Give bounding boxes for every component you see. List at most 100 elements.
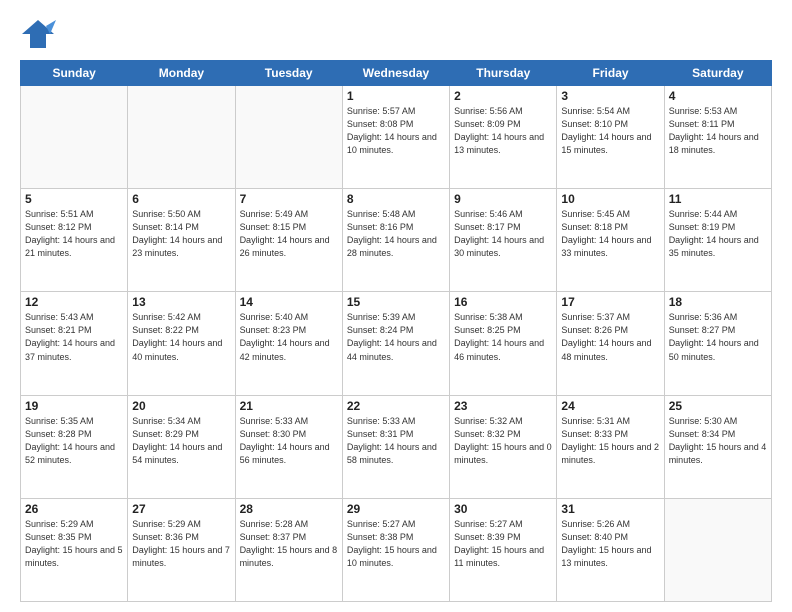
calendar-cell	[235, 86, 342, 189]
day-info: Sunrise: 5:51 AM Sunset: 8:12 PM Dayligh…	[25, 208, 123, 260]
calendar-cell: 3 Sunrise: 5:54 AM Sunset: 8:10 PM Daylig…	[557, 86, 664, 189]
day-info: Sunrise: 5:57 AM Sunset: 8:08 PM Dayligh…	[347, 105, 445, 157]
calendar-cell: 1 Sunrise: 5:57 AM Sunset: 8:08 PM Daylig…	[342, 86, 449, 189]
calendar-week-3: 12 Sunrise: 5:43 AM Sunset: 8:21 PM Dayli…	[21, 292, 772, 395]
weekday-header-monday: Monday	[128, 61, 235, 86]
day-number: 24	[561, 399, 659, 413]
calendar-cell: 12 Sunrise: 5:43 AM Sunset: 8:21 PM Dayli…	[21, 292, 128, 395]
weekday-header-saturday: Saturday	[664, 61, 771, 86]
weekday-header-row: SundayMondayTuesdayWednesdayThursdayFrid…	[21, 61, 772, 86]
logo-icon	[20, 16, 56, 52]
day-info: Sunrise: 5:42 AM Sunset: 8:22 PM Dayligh…	[132, 311, 230, 363]
day-number: 21	[240, 399, 338, 413]
day-number: 23	[454, 399, 552, 413]
calendar-cell: 10 Sunrise: 5:45 AM Sunset: 8:18 PM Dayli…	[557, 189, 664, 292]
day-info: Sunrise: 5:35 AM Sunset: 8:28 PM Dayligh…	[25, 415, 123, 467]
day-number: 12	[25, 295, 123, 309]
calendar-cell: 23Sunrise: 5:32 AM Sunset: 8:32 PM Dayli…	[450, 395, 557, 498]
calendar-cell: 26Sunrise: 5:29 AM Sunset: 8:35 PM Dayli…	[21, 498, 128, 601]
weekday-header-thursday: Thursday	[450, 61, 557, 86]
calendar-cell: 7Sunrise: 5:49 AM Sunset: 8:15 PM Daylig…	[235, 189, 342, 292]
weekday-header-tuesday: Tuesday	[235, 61, 342, 86]
day-info: Sunrise: 5:29 AM Sunset: 8:35 PM Dayligh…	[25, 518, 123, 570]
day-info: Sunrise: 5:45 AM Sunset: 8:18 PM Dayligh…	[561, 208, 659, 260]
day-number: 5	[25, 192, 123, 206]
day-number: 27	[132, 502, 230, 516]
day-number: 31	[561, 502, 659, 516]
day-number: 2	[454, 89, 552, 103]
day-info: Sunrise: 5:38 AM Sunset: 8:25 PM Dayligh…	[454, 311, 552, 363]
day-number: 19	[25, 399, 123, 413]
day-number: 25	[669, 399, 767, 413]
calendar-cell: 19 Sunrise: 5:35 AM Sunset: 8:28 PM Dayli…	[21, 395, 128, 498]
day-number: 14	[240, 295, 338, 309]
day-info: Sunrise: 5:46 AM Sunset: 8:17 PM Dayligh…	[454, 208, 552, 260]
day-info: Sunrise: 5:44 AM Sunset: 8:19 PM Dayligh…	[669, 208, 767, 260]
day-number: 22	[347, 399, 445, 413]
day-info: Sunrise: 5:30 AM Sunset: 8:34 PM Dayligh…	[669, 415, 767, 467]
day-info: Sunrise: 5:27 AM Sunset: 8:38 PM Dayligh…	[347, 518, 445, 570]
calendar-cell: 18 Sunrise: 5:36 AM Sunset: 8:27 PM Dayli…	[664, 292, 771, 395]
calendar-cell: 16Sunrise: 5:38 AM Sunset: 8:25 PM Dayli…	[450, 292, 557, 395]
calendar-cell	[128, 86, 235, 189]
day-number: 30	[454, 502, 552, 516]
day-number: 10	[561, 192, 659, 206]
calendar-week-4: 19 Sunrise: 5:35 AM Sunset: 8:28 PM Dayli…	[21, 395, 772, 498]
day-info: Sunrise: 5:43 AM Sunset: 8:21 PM Dayligh…	[25, 311, 123, 363]
calendar-cell	[664, 498, 771, 601]
calendar-cell: 15 Sunrise: 5:39 AM Sunset: 8:24 PM Dayli…	[342, 292, 449, 395]
day-info: Sunrise: 5:26 AM Sunset: 8:40 PM Dayligh…	[561, 518, 659, 570]
calendar-cell: 9 Sunrise: 5:46 AM Sunset: 8:17 PM Daylig…	[450, 189, 557, 292]
day-info: Sunrise: 5:50 AM Sunset: 8:14 PM Dayligh…	[132, 208, 230, 260]
weekday-header-friday: Friday	[557, 61, 664, 86]
page: SundayMondayTuesdayWednesdayThursdayFrid…	[0, 0, 792, 612]
day-number: 18	[669, 295, 767, 309]
day-info: Sunrise: 5:56 AM Sunset: 8:09 PM Dayligh…	[454, 105, 552, 157]
calendar-cell: 28Sunrise: 5:28 AM Sunset: 8:37 PM Dayli…	[235, 498, 342, 601]
day-info: Sunrise: 5:28 AM Sunset: 8:37 PM Dayligh…	[240, 518, 338, 570]
day-info: Sunrise: 5:54 AM Sunset: 8:10 PM Dayligh…	[561, 105, 659, 157]
day-number: 11	[669, 192, 767, 206]
calendar-cell: 4Sunrise: 5:53 AM Sunset: 8:11 PM Daylig…	[664, 86, 771, 189]
weekday-header-wednesday: Wednesday	[342, 61, 449, 86]
calendar-table: SundayMondayTuesdayWednesdayThursdayFrid…	[20, 60, 772, 602]
day-number: 13	[132, 295, 230, 309]
day-number: 29	[347, 502, 445, 516]
day-number: 20	[132, 399, 230, 413]
calendar-cell: 13 Sunrise: 5:42 AM Sunset: 8:22 PM Dayli…	[128, 292, 235, 395]
calendar-week-5: 26Sunrise: 5:29 AM Sunset: 8:35 PM Dayli…	[21, 498, 772, 601]
day-number: 1	[347, 89, 445, 103]
calendar-cell: 24Sunrise: 5:31 AM Sunset: 8:33 PM Dayli…	[557, 395, 664, 498]
calendar-cell: 6Sunrise: 5:50 AM Sunset: 8:14 PM Daylig…	[128, 189, 235, 292]
day-info: Sunrise: 5:27 AM Sunset: 8:39 PM Dayligh…	[454, 518, 552, 570]
day-info: Sunrise: 5:33 AM Sunset: 8:31 PM Dayligh…	[347, 415, 445, 467]
calendar-week-2: 5 Sunrise: 5:51 AM Sunset: 8:12 PM Daylig…	[21, 189, 772, 292]
calendar-cell: 22 Sunrise: 5:33 AM Sunset: 8:31 PM Dayli…	[342, 395, 449, 498]
calendar-cell: 31 Sunrise: 5:26 AM Sunset: 8:40 PM Dayli…	[557, 498, 664, 601]
day-number: 9	[454, 192, 552, 206]
day-info: Sunrise: 5:48 AM Sunset: 8:16 PM Dayligh…	[347, 208, 445, 260]
day-info: Sunrise: 5:33 AM Sunset: 8:30 PM Dayligh…	[240, 415, 338, 467]
day-info: Sunrise: 5:49 AM Sunset: 8:15 PM Dayligh…	[240, 208, 338, 260]
logo	[20, 16, 60, 52]
calendar-cell: 25 Sunrise: 5:30 AM Sunset: 8:34 PM Dayli…	[664, 395, 771, 498]
day-number: 15	[347, 295, 445, 309]
day-number: 4	[669, 89, 767, 103]
day-number: 8	[347, 192, 445, 206]
calendar-cell: 30 Sunrise: 5:27 AM Sunset: 8:39 PM Dayli…	[450, 498, 557, 601]
day-number: 17	[561, 295, 659, 309]
calendar-cell: 2 Sunrise: 5:56 AM Sunset: 8:09 PM Daylig…	[450, 86, 557, 189]
day-info: Sunrise: 5:36 AM Sunset: 8:27 PM Dayligh…	[669, 311, 767, 363]
day-info: Sunrise: 5:34 AM Sunset: 8:29 PM Dayligh…	[132, 415, 230, 467]
header	[20, 16, 772, 52]
day-info: Sunrise: 5:29 AM Sunset: 8:36 PM Dayligh…	[132, 518, 230, 570]
calendar-cell: 17Sunrise: 5:37 AM Sunset: 8:26 PM Dayli…	[557, 292, 664, 395]
calendar-week-1: 1 Sunrise: 5:57 AM Sunset: 8:08 PM Daylig…	[21, 86, 772, 189]
calendar-cell	[21, 86, 128, 189]
day-info: Sunrise: 5:40 AM Sunset: 8:23 PM Dayligh…	[240, 311, 338, 363]
calendar-cell: 20 Sunrise: 5:34 AM Sunset: 8:29 PM Dayli…	[128, 395, 235, 498]
day-number: 3	[561, 89, 659, 103]
calendar-cell: 21 Sunrise: 5:33 AM Sunset: 8:30 PM Dayli…	[235, 395, 342, 498]
calendar-cell: 11 Sunrise: 5:44 AM Sunset: 8:19 PM Dayli…	[664, 189, 771, 292]
day-info: Sunrise: 5:39 AM Sunset: 8:24 PM Dayligh…	[347, 311, 445, 363]
